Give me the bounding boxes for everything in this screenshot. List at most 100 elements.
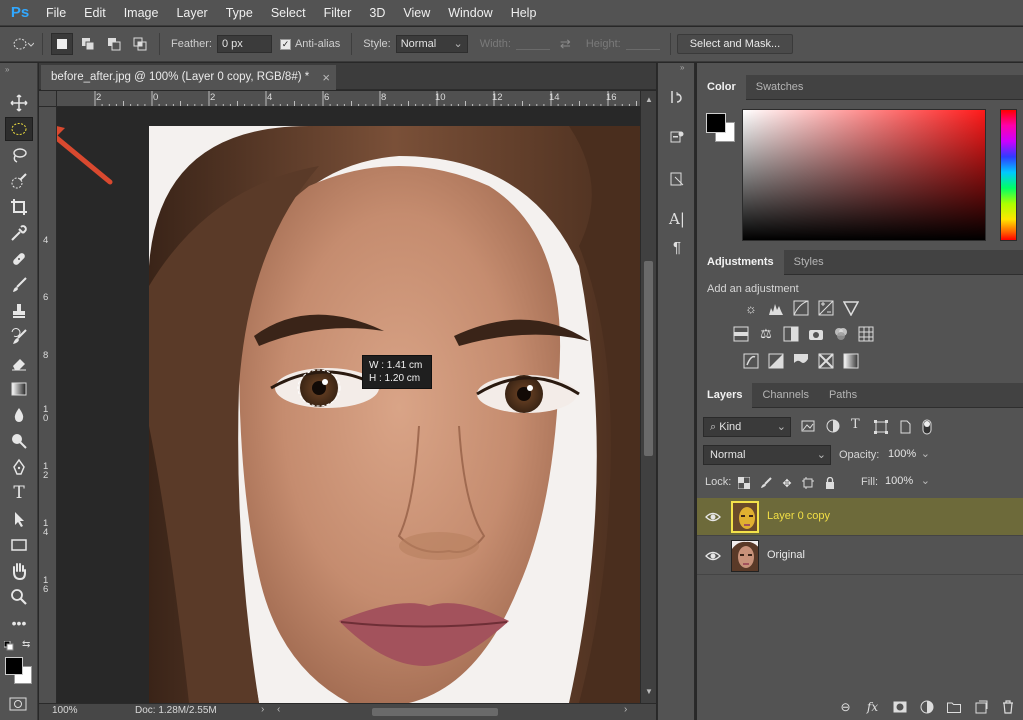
tab-swatches[interactable]: Swatches bbox=[746, 75, 814, 100]
default-colors-icon[interactable] bbox=[3, 640, 14, 651]
exposure-icon[interactable] bbox=[817, 299, 835, 317]
tab-layers[interactable]: Layers bbox=[697, 383, 753, 408]
panel-foreground-swatch[interactable] bbox=[706, 113, 726, 133]
gradient-tool[interactable] bbox=[5, 377, 33, 401]
ruler-origin[interactable] bbox=[39, 91, 57, 107]
menu-type[interactable]: Type bbox=[217, 0, 262, 26]
hue-slider[interactable] bbox=[1000, 109, 1017, 241]
lock-transparent-pixels-icon[interactable] bbox=[737, 476, 751, 490]
swap-width-height-icon[interactable]: ⇄ bbox=[560, 36, 571, 52]
delete-layer-trash-icon[interactable] bbox=[1000, 699, 1015, 714]
filter-pixel-icon[interactable] bbox=[801, 420, 815, 432]
new-layer-icon[interactable] bbox=[973, 699, 988, 714]
channel-mixer-icon[interactable] bbox=[832, 325, 850, 343]
history-brush-tool[interactable] bbox=[5, 325, 33, 349]
close-icon[interactable]: × bbox=[322, 65, 330, 90]
swap-colors-icon[interactable]: ⇆ bbox=[22, 639, 30, 650]
pen-tool[interactable] bbox=[5, 455, 33, 479]
menu-window[interactable]: Window bbox=[439, 0, 501, 26]
new-selection-button[interactable] bbox=[51, 33, 73, 55]
filter-smart-object-icon[interactable] bbox=[898, 420, 912, 434]
document-canvas[interactable] bbox=[57, 108, 640, 703]
color-lookup-icon[interactable] bbox=[857, 325, 875, 343]
menu-3d[interactable]: 3D bbox=[360, 0, 394, 26]
intersect-selection-button[interactable] bbox=[129, 33, 151, 55]
document-tab[interactable]: before_after.jpg @ 100% (Layer 0 copy, R… bbox=[41, 65, 336, 90]
document-size-info[interactable]: Doc: 1.28M/2.55M bbox=[135, 705, 217, 716]
link-layers-icon[interactable]: ⊖ bbox=[838, 699, 853, 714]
character-panel-icon[interactable]: A| bbox=[667, 209, 687, 229]
type-tool[interactable]: T bbox=[5, 481, 33, 505]
filter-type-icon[interactable]: T bbox=[851, 417, 860, 432]
foreground-color-swatch[interactable] bbox=[5, 657, 23, 675]
eye-icon[interactable] bbox=[705, 510, 721, 524]
zoom-level[interactable]: 100% bbox=[52, 705, 78, 716]
layer-row[interactable]: Original bbox=[697, 537, 1023, 575]
hand-tool[interactable] bbox=[5, 559, 33, 583]
eraser-tool[interactable] bbox=[5, 351, 33, 375]
hue-saturation-icon[interactable] bbox=[732, 325, 750, 343]
eyedropper-tool[interactable] bbox=[5, 221, 33, 245]
width-input[interactable] bbox=[515, 38, 550, 50]
horizontal-scrollbar-thumb[interactable] bbox=[372, 708, 498, 716]
edit-toolbar-button[interactable]: ••• bbox=[5, 611, 33, 635]
tab-styles[interactable]: Styles bbox=[784, 250, 834, 275]
tool-preset-picker[interactable] bbox=[12, 33, 34, 55]
move-tool[interactable] bbox=[5, 91, 33, 115]
gradient-map-icon[interactable] bbox=[842, 352, 860, 370]
layer-kind-filter[interactable]: ⌕ Kind ⌄ bbox=[703, 417, 791, 437]
quick-selection-tool[interactable] bbox=[5, 169, 33, 193]
clone-stamp-tool[interactable] bbox=[5, 299, 33, 323]
filter-shape-icon[interactable] bbox=[874, 420, 888, 434]
zoom-tool[interactable] bbox=[5, 585, 33, 609]
menu-edit[interactable]: Edit bbox=[75, 0, 115, 26]
paragraph-panel-icon[interactable]: ¶ bbox=[667, 237, 687, 257]
height-input[interactable] bbox=[625, 38, 660, 50]
brush-tool[interactable] bbox=[5, 273, 33, 297]
scroll-up-icon[interactable]: ▲ bbox=[645, 95, 653, 104]
tab-adjustments[interactable]: Adjustments bbox=[697, 250, 784, 275]
lock-all-icon[interactable] bbox=[823, 476, 837, 490]
libraries-panel-icon[interactable] bbox=[667, 169, 687, 189]
threshold-icon[interactable] bbox=[792, 352, 810, 370]
quick-mask-button[interactable] bbox=[9, 697, 27, 711]
scroll-right-icon[interactable]: › bbox=[624, 704, 627, 715]
new-group-folder-icon[interactable] bbox=[946, 699, 961, 714]
blend-mode-select[interactable]: Normal ⌄ bbox=[703, 445, 831, 465]
brightness-icon[interactable]: ☼ bbox=[742, 299, 760, 317]
crop-tool[interactable] bbox=[5, 195, 33, 219]
subtract-from-selection-button[interactable] bbox=[103, 33, 125, 55]
blur-tool[interactable] bbox=[5, 403, 33, 427]
new-adjustment-layer-icon[interactable] bbox=[919, 699, 934, 714]
color-spectrum-field[interactable] bbox=[742, 109, 986, 241]
tab-color[interactable]: Color bbox=[697, 75, 746, 100]
menu-image[interactable]: Image bbox=[115, 0, 168, 26]
feather-input[interactable]: 0 px bbox=[216, 35, 272, 53]
anti-alias-checkbox[interactable]: ✓ bbox=[279, 38, 291, 50]
menu-layer[interactable]: Layer bbox=[167, 0, 216, 26]
opacity-input[interactable]: 100% ⌄ bbox=[882, 445, 934, 465]
select-and-mask-button[interactable]: Select and Mask... bbox=[676, 34, 794, 54]
vibrance-icon[interactable] bbox=[842, 299, 860, 317]
scrollbar-thumb[interactable] bbox=[644, 261, 653, 456]
color-balance-icon[interactable]: ⚖ bbox=[757, 325, 775, 343]
scroll-down-icon[interactable]: ▼ bbox=[645, 687, 653, 696]
layer-name[interactable]: Original bbox=[767, 549, 805, 561]
menu-filter[interactable]: Filter bbox=[315, 0, 361, 26]
eye-icon[interactable] bbox=[705, 549, 721, 563]
lock-artboard-icon[interactable] bbox=[801, 476, 815, 490]
levels-icon[interactable] bbox=[767, 299, 785, 317]
photo-filter-icon[interactable] bbox=[807, 325, 825, 343]
menu-view[interactable]: View bbox=[394, 0, 439, 26]
layer-name[interactable]: Layer 0 copy bbox=[767, 510, 830, 522]
dodge-tool[interactable] bbox=[5, 429, 33, 453]
posterize-icon[interactable] bbox=[767, 352, 785, 370]
add-to-selection-button[interactable] bbox=[77, 33, 99, 55]
lock-position-icon[interactable]: ✥ bbox=[780, 476, 794, 490]
tab-channels[interactable]: Channels bbox=[752, 383, 818, 408]
history-panel-icon[interactable] bbox=[667, 87, 687, 107]
healing-brush-tool[interactable] bbox=[5, 247, 33, 271]
filter-toggle-switch[interactable] bbox=[921, 418, 933, 436]
vertical-scrollbar[interactable]: ▲ ▼ bbox=[640, 91, 656, 703]
layer-row[interactable]: Layer 0 copy bbox=[697, 498, 1023, 536]
